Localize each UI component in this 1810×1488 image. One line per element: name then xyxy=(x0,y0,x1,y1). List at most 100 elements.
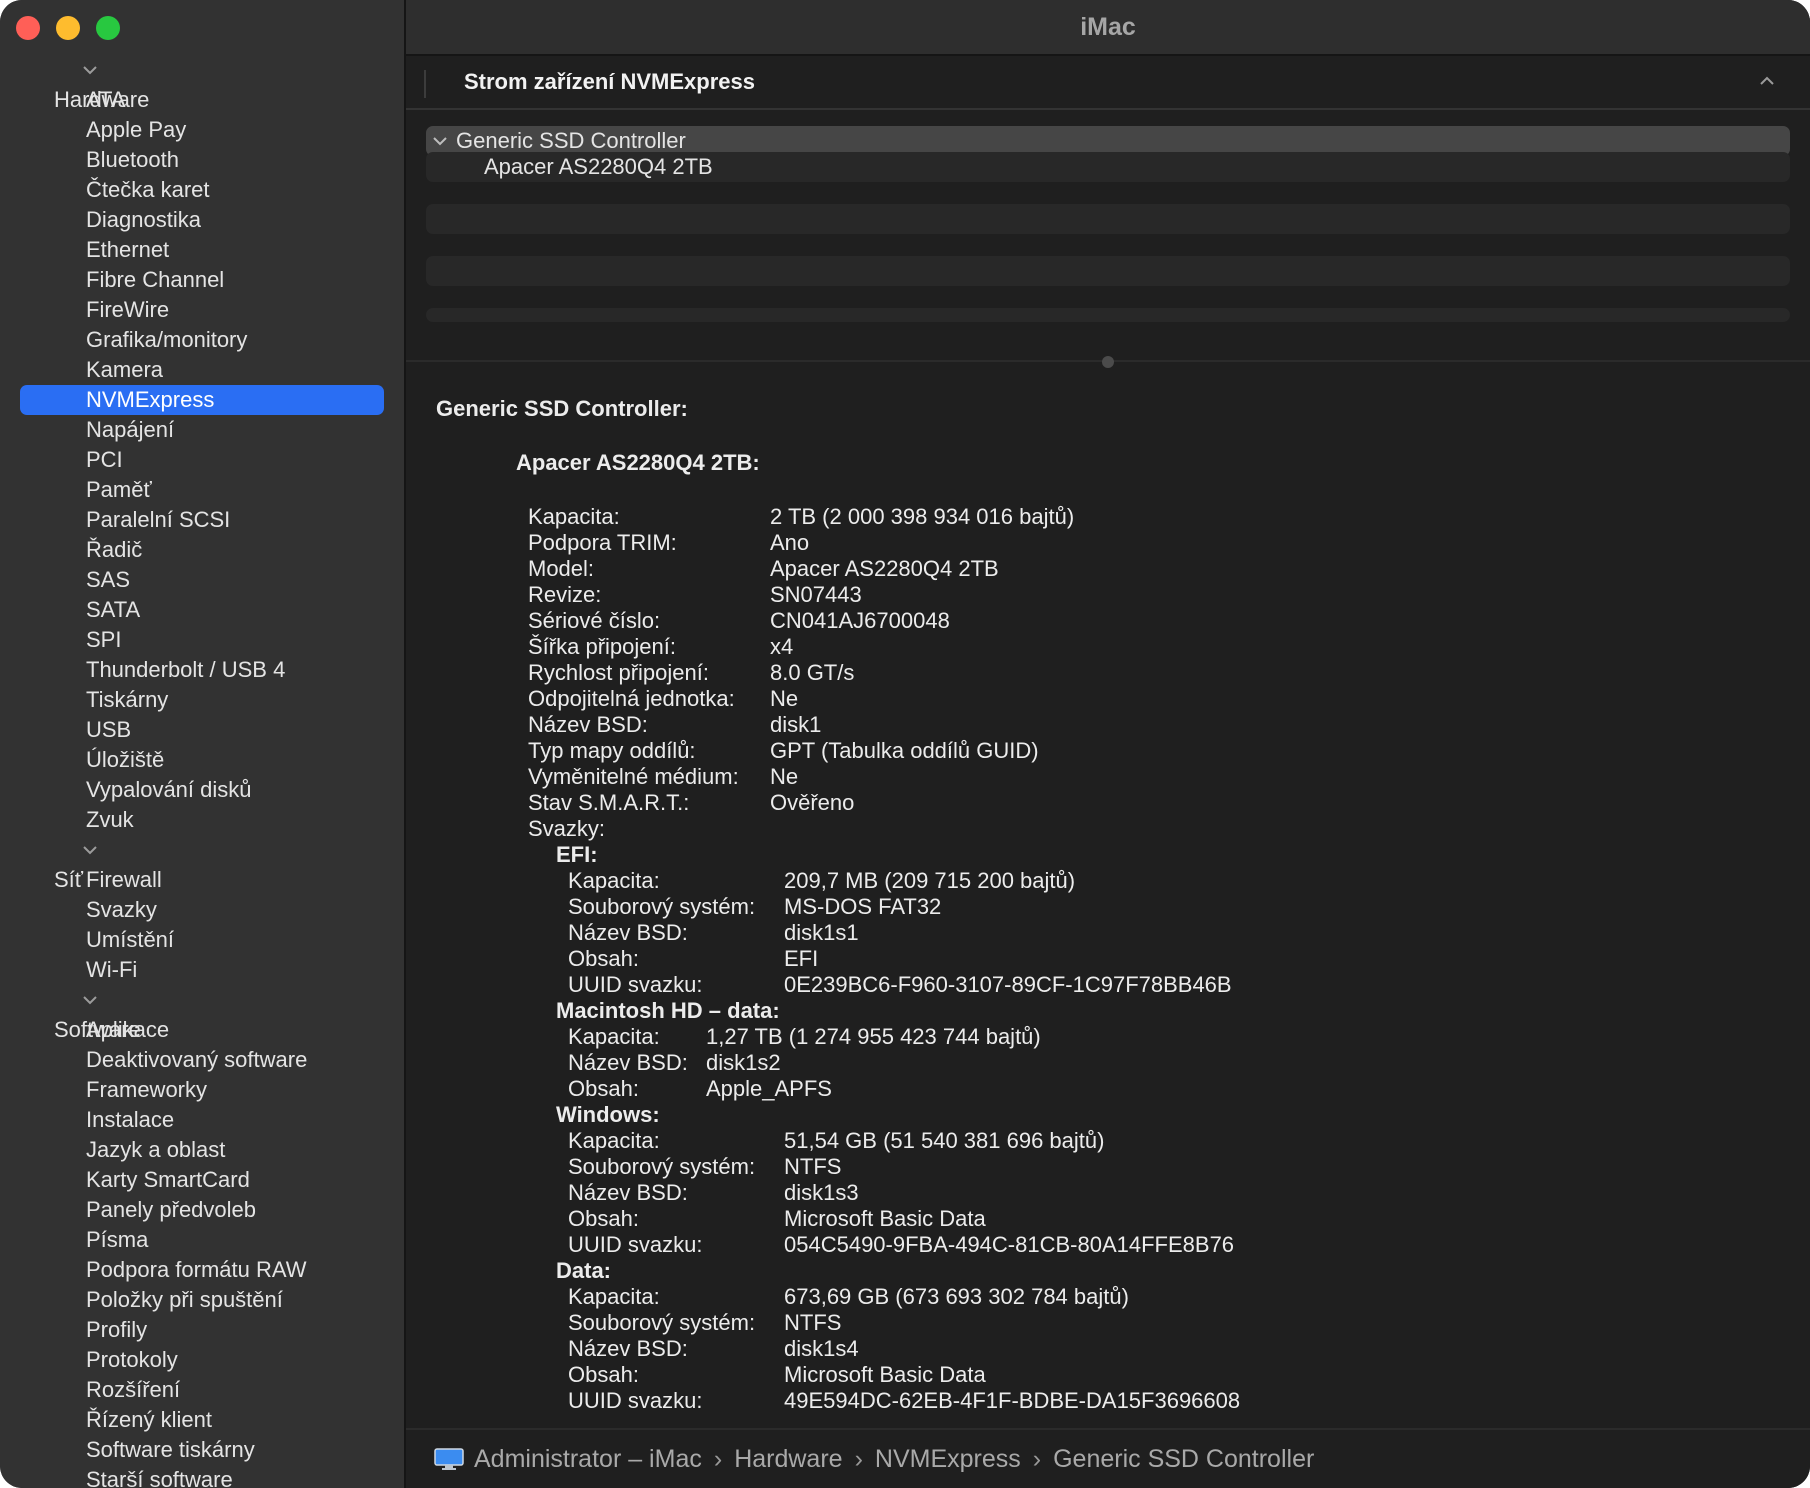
sidebar-item-label: Rozšíření xyxy=(86,1377,181,1402)
sidebar-item-rizeny-klient[interactable]: Řízený klient xyxy=(0,1405,404,1435)
sidebar-item-zvuk[interactable]: Zvuk xyxy=(0,805,404,835)
sidebar-item-podpora-formatu-raw[interactable]: Podpora formátu RAW xyxy=(0,1255,404,1285)
volume-detail-key: UUID svazku: xyxy=(568,1232,703,1257)
breadcrumb-item[interactable]: Hardware xyxy=(734,1445,842,1473)
tree-row-device[interactable]: Apacer AS2280Q4 2TB xyxy=(426,152,1790,182)
volume-detail-value: disk1s1 xyxy=(784,920,859,945)
sidebar-item-label: Bluetooth xyxy=(86,147,179,172)
close-button[interactable] xyxy=(16,16,40,40)
tree-row-empty xyxy=(426,308,1790,322)
volume-detail-value: disk1s3 xyxy=(784,1180,859,1205)
zoom-button[interactable] xyxy=(96,16,120,40)
volume-detail-value: Microsoft Basic Data xyxy=(784,1362,986,1387)
sidebar-item-label: Umístění xyxy=(86,927,175,952)
sidebar-item-radic[interactable]: Řadič xyxy=(0,535,404,565)
sidebar-item-label: Protokoly xyxy=(86,1347,178,1372)
sidebar-item-wi-fi[interactable]: Wi-Fi xyxy=(0,955,404,985)
sidebar-item-profily[interactable]: Profily xyxy=(0,1315,404,1345)
sidebar-item-label: Paměť xyxy=(86,477,152,502)
path-bar: Administrator – iMac › Hardware › NVMExpress… xyxy=(406,1428,1810,1488)
sidebar-item-label: Fibre Channel xyxy=(86,267,225,292)
sidebar-item-napajeni[interactable]: Napájení xyxy=(0,415,404,445)
sidebar-item-polozky-pri-spusteni[interactable]: Položky při spuštění xyxy=(0,1285,404,1315)
sidebar-item-bluetooth[interactable]: Bluetooth xyxy=(0,145,404,175)
detail-value: Apacer AS2280Q4 2TB xyxy=(770,556,999,581)
sidebar-item-uloziste[interactable]: Úložiště xyxy=(0,745,404,775)
chevron-down-icon[interactable] xyxy=(80,985,100,1015)
sidebar-item-pci[interactable]: PCI xyxy=(0,445,404,475)
chevron-down-icon[interactable] xyxy=(80,835,100,865)
sidebar-item-deaktivovany-software[interactable]: Deaktivovaný software xyxy=(0,1045,404,1075)
sidebar-item-protokoly[interactable]: Protokoly xyxy=(0,1345,404,1375)
sidebar-item-label: Kamera xyxy=(86,357,164,382)
sidebar-item-label: SAS xyxy=(86,567,131,592)
device-tree-header-label: Strom zařízení NVMExpress xyxy=(464,69,755,94)
controller-heading: Generic SSD Controller: xyxy=(436,396,688,421)
sidebar-item-label: Paralelní SCSI xyxy=(86,507,231,532)
sidebar-item-apple-pay[interactable]: Apple Pay xyxy=(0,115,404,145)
window-controls xyxy=(16,16,120,40)
sidebar-tree: Hardware ATA Apple Pay Bluetooth Čtečka kare… xyxy=(0,55,404,1488)
chevron-up-icon[interactable] xyxy=(1758,74,1776,88)
sidebar-item-spi[interactable]: SPI xyxy=(0,625,404,655)
sidebar-item-ethernet[interactable]: Ethernet xyxy=(0,235,404,265)
sidebar-item-vypalovani-disku[interactable]: Vypalování disků xyxy=(0,775,404,805)
sidebar-item-starsi-software[interactable]: Starší software xyxy=(0,1465,404,1488)
sidebar-item-frameworky[interactable]: Frameworky xyxy=(0,1075,404,1105)
sidebar-item-panely-predvoleb[interactable]: Panely předvoleb xyxy=(0,1195,404,1225)
sidebar-item-fibre-channel[interactable]: Fibre Channel xyxy=(0,265,404,295)
volume-heading: EFI: xyxy=(556,842,598,867)
sidebar-group-sit[interactable]: Síť xyxy=(0,835,404,892)
volume-detail-value: Apple_APFS xyxy=(706,1076,832,1101)
sidebar-item-ctecka-karet[interactable]: Čtečka karet xyxy=(0,175,404,205)
sidebar-item-label: Řadič xyxy=(86,537,143,562)
sidebar-item-firewire[interactable]: FireWire xyxy=(0,295,404,325)
sidebar-item-instalace[interactable]: Instalace xyxy=(0,1105,404,1135)
sidebar-item-label: Frameworky xyxy=(86,1077,208,1102)
detail-value: disk1 xyxy=(770,712,822,737)
sidebar-item-label: Jazyk a oblast xyxy=(86,1137,226,1162)
sidebar-item-jazyk-a-oblast[interactable]: Jazyk a oblast xyxy=(0,1135,404,1165)
detail-key: Stav S.M.A.R.T.: xyxy=(528,790,690,815)
window-title: iMac xyxy=(406,0,1810,56)
tree-row-empty xyxy=(426,204,1790,234)
sidebar-item-pamet[interactable]: Paměť xyxy=(0,475,404,505)
sidebar-item-diagnostika[interactable]: Diagnostika xyxy=(0,205,404,235)
volume-detail-key: Kapacita: xyxy=(568,1284,660,1309)
volume-detail-key: Souborový systém: xyxy=(568,894,756,919)
detail-key: Typ mapy oddílů: xyxy=(528,738,696,763)
sidebar-item-software-tiskarny[interactable]: Software tiskárny xyxy=(0,1435,404,1465)
sidebar-group-hardware[interactable]: Hardware xyxy=(0,55,404,112)
sidebar-item-karty-smartcard[interactable]: Karty SmartCard xyxy=(0,1165,404,1195)
breadcrumb-item[interactable]: Generic SSD Controller xyxy=(1053,1445,1314,1473)
sidebar-item-paralelni-scsi[interactable]: Paralelní SCSI xyxy=(0,505,404,535)
detail-key: Podpora TRIM: xyxy=(528,530,677,555)
breadcrumb-separator: › xyxy=(713,1444,723,1473)
chevron-down-icon[interactable] xyxy=(80,55,100,85)
volume-detail-key: Kapacita: xyxy=(568,868,660,893)
detail-value: SN07443 xyxy=(770,582,862,607)
volume-detail-key: Název BSD: xyxy=(568,1336,688,1361)
sidebar-item-label: Napájení xyxy=(86,417,175,442)
sidebar-item-sata[interactable]: SATA xyxy=(0,595,404,625)
sidebar-item-usb[interactable]: USB xyxy=(0,715,404,745)
breadcrumb-separator: › xyxy=(1032,1444,1042,1473)
breadcrumb-item[interactable]: NVMExpress xyxy=(875,1445,1021,1473)
sidebar-item-label: Podpora formátu RAW xyxy=(86,1257,307,1282)
sidebar-item-rozsireni[interactable]: Rozšíření xyxy=(0,1375,404,1405)
sidebar-item-nvmexpress[interactable]: NVMExpress xyxy=(0,385,404,415)
sidebar-item-thunderbolt-usb-4[interactable]: Thunderbolt / USB 4 xyxy=(0,655,404,685)
sidebar-item-umisteni[interactable]: Umístění xyxy=(0,925,404,955)
breadcrumb-item[interactable]: Administrator – iMac xyxy=(474,1445,702,1473)
sidebar-item-kamera[interactable]: Kamera xyxy=(0,355,404,385)
device-tree-header[interactable]: Strom zařízení NVMExpress xyxy=(406,56,1810,110)
minimize-button[interactable] xyxy=(56,16,80,40)
volume-detail-value: disk1s2 xyxy=(706,1050,781,1075)
sidebar-group-software[interactable]: Software xyxy=(0,985,404,1042)
sidebar-item-pisma[interactable]: Písma xyxy=(0,1225,404,1255)
sidebar-item-sas[interactable]: SAS xyxy=(0,565,404,595)
details-pane: Generic SSD Controller: Apacer AS2280Q4 2… xyxy=(406,360,1810,1428)
sidebar-item-svazky[interactable]: Svazky xyxy=(0,895,404,925)
sidebar-item-tiskarny[interactable]: Tiskárny xyxy=(0,685,404,715)
sidebar-item-grafika-monitory[interactable]: Grafika/monitory xyxy=(0,325,404,355)
